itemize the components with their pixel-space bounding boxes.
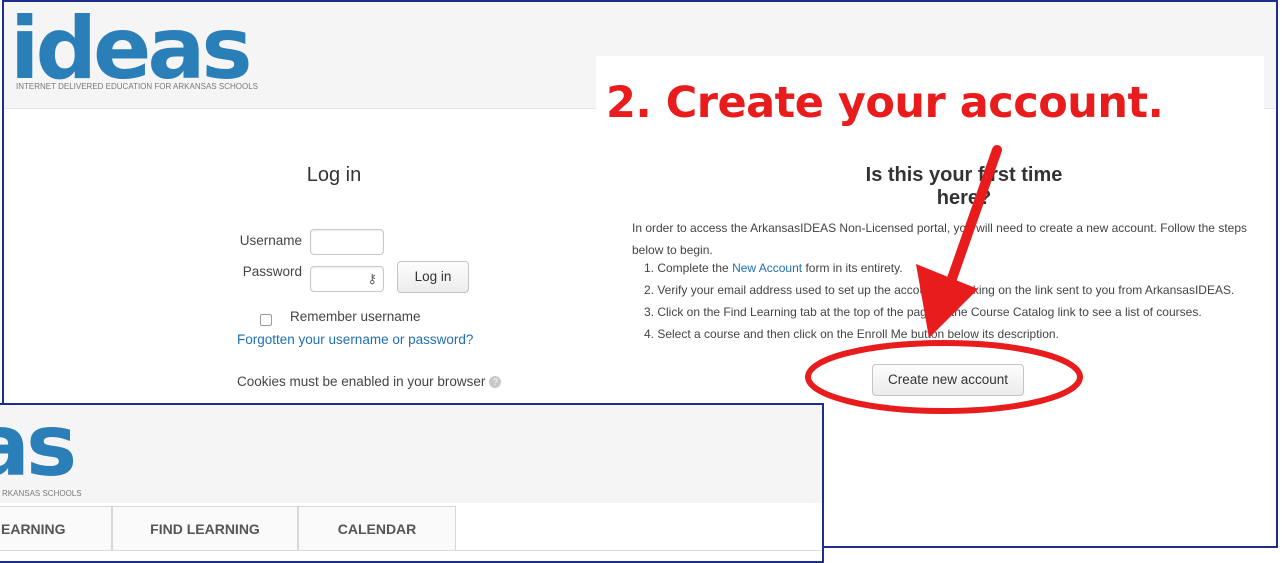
remember-username-label: Remember username (290, 309, 421, 324)
remember-username-checkbox[interactable] (260, 314, 272, 326)
step-1-pre: 1. Complete the (644, 261, 733, 275)
logo-text: ideas (10, 0, 253, 99)
signup-intro: In order to access the ArkansasIDEAS Non… (632, 221, 1247, 257)
navigation-screenshot: as RKANSAS SCHOOLS EARNING FIND LEARNING… (0, 403, 824, 563)
overlay-logo-text[interactable]: as (0, 403, 77, 489)
step-2: 2. Verify your email address used to set… (644, 283, 1235, 297)
login-button[interactable]: Log in (397, 261, 469, 293)
overlay-tagline: RKANSAS SCHOOLS (2, 489, 82, 498)
overlay-header: as RKANSAS SCHOOLS (0, 403, 822, 503)
tab-divider (0, 550, 822, 551)
cookies-note: Cookies must be enabled in your browser? (237, 374, 502, 389)
username-label: Username (239, 233, 302, 248)
forgot-password-link[interactable]: Forgotten your username or password? (237, 332, 473, 347)
login-heading: Log in (306, 164, 362, 186)
new-account-link[interactable]: New Account (732, 261, 802, 275)
step-3: 3. Click on the Find Learning tab at the… (644, 305, 1202, 319)
step-1-post: form in its entirety. (802, 261, 903, 275)
logo-tagline: INTERNET DELIVERED EDUCATION FOR ARKANSA… (16, 82, 258, 91)
username-input[interactable] (310, 229, 384, 255)
annotation-title: 2. Create your account. (606, 78, 1164, 128)
help-icon[interactable]: ? (489, 376, 502, 389)
key-icon: ⚷ (367, 271, 377, 286)
step-1: 1. Complete the New Account form in its … (644, 261, 903, 275)
password-input[interactable]: ⚷ (310, 266, 384, 292)
password-label: Password (242, 264, 302, 279)
create-new-account-button[interactable]: Create new account (872, 364, 1024, 396)
step-4: 4. Select a course and then click on the… (644, 327, 1059, 341)
first-time-heading: Is this your first time here? (865, 164, 1063, 209)
tab-calendar[interactable]: CALENDAR (298, 506, 456, 550)
tab-find-learning[interactable]: FIND LEARNING (112, 506, 298, 550)
ideas-logo[interactable]: ideas (10, 0, 253, 99)
cookies-note-text: Cookies must be enabled in your browser (237, 374, 486, 389)
tab-my-learning[interactable]: EARNING (0, 506, 112, 550)
